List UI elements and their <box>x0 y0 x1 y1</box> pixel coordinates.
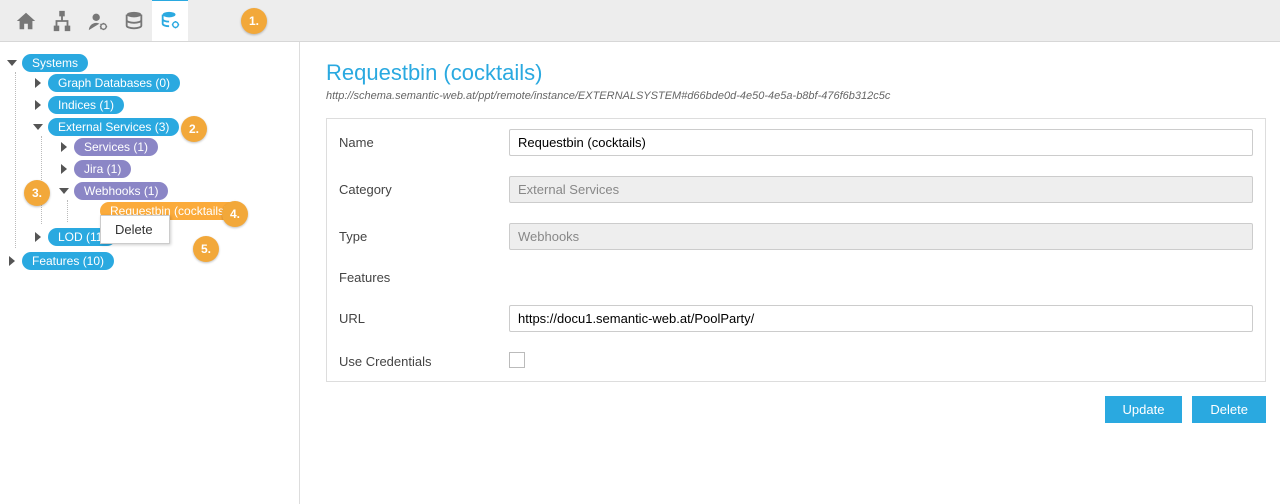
database-icon[interactable] <box>116 3 152 39</box>
type-label: Type <box>339 229 509 244</box>
user-settings-icon[interactable] <box>80 3 116 39</box>
toggle-external-services[interactable] <box>32 121 44 133</box>
name-input[interactable] <box>509 129 1253 156</box>
type-field: Webhooks <box>509 223 1253 250</box>
toggle-webhooks[interactable] <box>58 185 70 197</box>
update-button[interactable]: Update <box>1105 396 1183 423</box>
toggle-indices[interactable] <box>32 99 44 111</box>
url-label: URL <box>339 311 509 326</box>
toggle-systems[interactable] <box>6 57 18 69</box>
page-uri: http://schema.semantic-web.at/ppt/remote… <box>326 90 1266 102</box>
sidebar: Systems Graph Databases (0) <box>0 42 300 504</box>
toggle-services[interactable] <box>58 141 70 153</box>
credentials-checkbox[interactable] <box>509 352 525 368</box>
annotation-1: 1. <box>241 8 267 34</box>
node-graph-databases[interactable]: Graph Databases (0) <box>48 74 180 92</box>
toggle-graphdb[interactable] <box>32 77 44 89</box>
context-menu-delete[interactable]: Delete <box>101 216 169 243</box>
node-services[interactable]: Services (1) <box>74 138 158 156</box>
node-features[interactable]: Features (10) <box>22 252 114 270</box>
category-label: Category <box>339 182 509 197</box>
node-indices[interactable]: Indices (1) <box>48 96 124 114</box>
page-title: Requestbin (cocktails) <box>326 60 1266 86</box>
top-toolbar <box>0 0 1280 42</box>
url-input[interactable] <box>509 305 1253 332</box>
home-icon[interactable] <box>8 3 44 39</box>
credentials-label: Use Credentials <box>339 354 509 369</box>
context-menu: Delete <box>100 215 170 244</box>
main-content: Requestbin (cocktails) http://schema.sem… <box>300 42 1280 504</box>
form-panel: Name Category External Services Type Web… <box>326 118 1266 382</box>
node-systems[interactable]: Systems <box>22 54 88 72</box>
annotation-4: 4. <box>222 201 248 227</box>
features-label: Features <box>339 270 509 285</box>
sitemap-icon[interactable] <box>44 3 80 39</box>
node-webhooks[interactable]: Webhooks (1) <box>74 182 168 200</box>
category-field: External Services <box>509 176 1253 203</box>
delete-button[interactable]: Delete <box>1192 396 1266 423</box>
node-jira[interactable]: Jira (1) <box>74 160 131 178</box>
node-external-services[interactable]: External Services (3) <box>48 118 179 136</box>
annotation-5: 5. <box>193 236 219 262</box>
toggle-lod[interactable] <box>32 231 44 243</box>
annotation-2: 2. <box>181 116 207 142</box>
name-label: Name <box>339 135 509 150</box>
annotation-3: 3. <box>24 180 50 206</box>
toggle-features[interactable] <box>6 255 18 267</box>
database-config-icon[interactable] <box>152 0 188 41</box>
toggle-jira[interactable] <box>58 163 70 175</box>
